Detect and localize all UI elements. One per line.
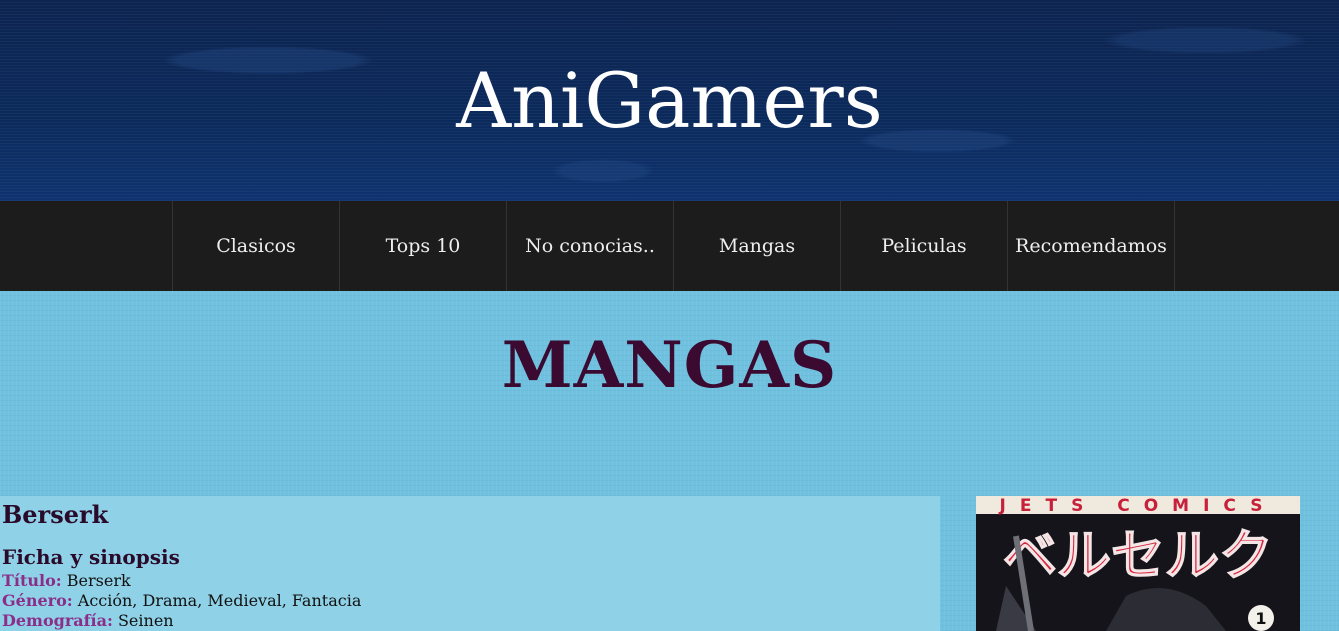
cover-publisher-text: JETS COMICS <box>999 496 1277 516</box>
nav-item-mangas[interactable]: Mangas <box>674 201 841 291</box>
info-label: Demografía: <box>2 611 113 630</box>
page-heading: MANGAS <box>501 328 838 403</box>
nav-item-peliculas[interactable]: Peliculas <box>841 201 1008 291</box>
section-title: Ficha y sinopsis <box>2 545 180 569</box>
info-row-titulo: Título: Berserk <box>2 571 131 591</box>
nav-item-no-conocias[interactable]: No conocias.. <box>507 201 674 291</box>
info-value: Acción, Drama, Medieval, Fantacia <box>77 591 362 610</box>
cover-volume-number: 1 <box>1255 609 1266 628</box>
manga-article: Berserk Ficha y sinopsis Título: Berserk… <box>0 496 940 631</box>
cover-art: JETS COMICS ベルセルク 1 <box>976 496 1300 631</box>
info-row-demografia: Demografía: Seinen <box>2 611 174 631</box>
info-row-genero: Género: Acción, Drama, Medieval, Fantaci… <box>2 591 361 611</box>
main-content: MANGAS Berserk Ficha y sinopsis Título: … <box>0 291 1339 631</box>
info-value: Berserk <box>66 571 131 590</box>
manga-title: Berserk <box>2 500 109 529</box>
info-label: Título: <box>2 571 62 590</box>
info-label: Género: <box>2 591 73 610</box>
site-header: AniGamers <box>0 0 1339 201</box>
site-title[interactable]: AniGamers <box>0 56 1339 146</box>
main-nav: Clasicos Tops 10 No conocias.. Mangas Pe… <box>0 201 1339 291</box>
manga-cover-image: JETS COMICS ベルセルク 1 <box>976 496 1300 631</box>
info-value: Seinen <box>117 611 174 630</box>
nav-item-clasicos[interactable]: Clasicos <box>173 201 340 291</box>
cover-title-text: ベルセルク <box>1003 524 1273 587</box>
nav-item-tops-10[interactable]: Tops 10 <box>340 201 507 291</box>
nav-item-recomendamos[interactable]: Recomendamos <box>1008 201 1175 291</box>
nav-list: Clasicos Tops 10 No conocias.. Mangas Pe… <box>172 201 1175 291</box>
